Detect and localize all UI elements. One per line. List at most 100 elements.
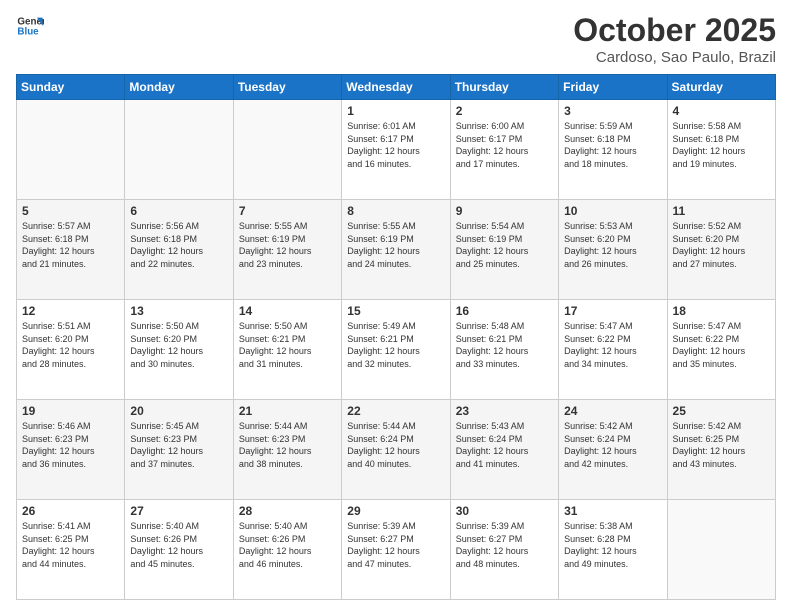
table-row: 28 Sunrise: 5:40 AM Sunset: 6:26 PM Dayli… [233, 500, 341, 600]
table-row: 1 Sunrise: 6:01 AM Sunset: 6:17 PM Daylig… [342, 100, 450, 200]
day-number: 4 [673, 104, 770, 118]
day-number: 13 [130, 304, 227, 318]
day-number: 10 [564, 204, 661, 218]
table-row: 8 Sunrise: 5:55 AM Sunset: 6:19 PM Daylig… [342, 200, 450, 300]
cell-info: Sunrise: 5:43 AM Sunset: 6:24 PM Dayligh… [456, 420, 553, 470]
cell-info: Sunrise: 5:47 AM Sunset: 6:22 PM Dayligh… [564, 320, 661, 370]
day-number: 7 [239, 204, 336, 218]
table-row: 18 Sunrise: 5:47 AM Sunset: 6:22 PM Dayli… [667, 300, 775, 400]
table-row: 13 Sunrise: 5:50 AM Sunset: 6:20 PM Dayli… [125, 300, 233, 400]
cell-info: Sunrise: 5:47 AM Sunset: 6:22 PM Dayligh… [673, 320, 770, 370]
header-friday: Friday [559, 75, 667, 100]
table-row: 4Sunrise: 5:58 AM Sunset: 6:18 PM Daylig… [667, 100, 775, 200]
table-row: 27Sunrise: 5:40 AM Sunset: 6:26 PM Dayli… [125, 500, 233, 600]
svg-text:Blue: Blue [17, 26, 39, 37]
header-saturday: Saturday [667, 75, 775, 100]
cell-info: Sunrise: 5:40 AM Sunset: 6:26 PM Dayligh… [239, 520, 336, 570]
day-number: 1 [347, 104, 444, 118]
table-row: 29 Sunrise: 5:39 AM Sunset: 6:27 PM Dayli… [342, 500, 450, 600]
cell-info: Sunrise: 6:00 AM Sunset: 6:17 PM Dayligh… [456, 120, 553, 170]
table-row [17, 100, 125, 200]
header-monday: Monday [125, 75, 233, 100]
table-row: 20 Sunrise: 5:45 AM Sunset: 6:23 PM Dayli… [125, 400, 233, 500]
cell-info: Sunrise: 5:44 AM Sunset: 6:23 PM Dayligh… [239, 420, 336, 470]
day-number: 9 [456, 204, 553, 218]
table-row: 16 Sunrise: 5:48 AM Sunset: 6:21 PM Dayli… [450, 300, 558, 400]
table-row: 30 Sunrise: 5:39 AM Sunset: 6:27 PM Dayli… [450, 500, 558, 600]
week-row-3: 12Sunrise: 5:51 AM Sunset: 6:20 PM Dayli… [17, 300, 776, 400]
table-row: 5 Sunrise: 5:57 AM Sunset: 6:18 PM Daylig… [17, 200, 125, 300]
logo-icon: General Blue [16, 12, 44, 40]
cell-info: Sunrise: 5:53 AM Sunset: 6:20 PM Dayligh… [564, 220, 661, 270]
day-number: 28 [239, 504, 336, 518]
day-number: 29 [347, 504, 444, 518]
week-row-4: 19 Sunrise: 5:46 AM Sunset: 6:23 PM Dayli… [17, 400, 776, 500]
table-row: 17 Sunrise: 5:47 AM Sunset: 6:22 PM Dayli… [559, 300, 667, 400]
cell-info: Sunrise: 5:38 AM Sunset: 6:28 PM Dayligh… [564, 520, 661, 570]
table-row [233, 100, 341, 200]
cell-info: Sunrise: 5:48 AM Sunset: 6:21 PM Dayligh… [456, 320, 553, 370]
cell-info: Sunrise: 5:42 AM Sunset: 6:25 PM Dayligh… [673, 420, 770, 470]
day-number: 31 [564, 504, 661, 518]
day-number: 16 [456, 304, 553, 318]
cell-info: Sunrise: 5:42 AM Sunset: 6:24 PM Dayligh… [564, 420, 661, 470]
table-row: 10 Sunrise: 5:53 AM Sunset: 6:20 PM Dayli… [559, 200, 667, 300]
cell-info: Sunrise: 5:50 AM Sunset: 6:21 PM Dayligh… [239, 320, 336, 370]
week-row-1: 1 Sunrise: 6:01 AM Sunset: 6:17 PM Daylig… [17, 100, 776, 200]
weekday-header-row: Sunday Monday Tuesday Wednesday Thursday… [17, 75, 776, 100]
day-number: 17 [564, 304, 661, 318]
cell-info: Sunrise: 5:51 AM Sunset: 6:20 PM Dayligh… [22, 320, 119, 370]
cell-info: Sunrise: 5:45 AM Sunset: 6:23 PM Dayligh… [130, 420, 227, 470]
cell-info: Sunrise: 5:39 AM Sunset: 6:27 PM Dayligh… [347, 520, 444, 570]
day-number: 25 [673, 404, 770, 418]
day-number: 14 [239, 304, 336, 318]
table-row: 22Sunrise: 5:44 AM Sunset: 6:24 PM Dayli… [342, 400, 450, 500]
table-row: 15 Sunrise: 5:49 AM Sunset: 6:21 PM Dayli… [342, 300, 450, 400]
cell-info: Sunrise: 5:57 AM Sunset: 6:18 PM Dayligh… [22, 220, 119, 270]
day-number: 23 [456, 404, 553, 418]
title-block: October 2025 Cardoso, Sao Paulo, Brazil [573, 12, 776, 66]
day-number: 27 [130, 504, 227, 518]
cell-info: Sunrise: 5:59 AM Sunset: 6:18 PM Dayligh… [564, 120, 661, 170]
table-row: 19 Sunrise: 5:46 AM Sunset: 6:23 PM Dayli… [17, 400, 125, 500]
table-row: 25 Sunrise: 5:42 AM Sunset: 6:25 PM Dayli… [667, 400, 775, 500]
day-number: 15 [347, 304, 444, 318]
cell-info: Sunrise: 5:52 AM Sunset: 6:20 PM Dayligh… [673, 220, 770, 270]
day-number: 3 [564, 104, 661, 118]
table-row: 6 Sunrise: 5:56 AM Sunset: 6:18 PM Daylig… [125, 200, 233, 300]
header-sunday: Sunday [17, 75, 125, 100]
day-number: 5 [22, 204, 119, 218]
day-number: 6 [130, 204, 227, 218]
cell-info: Sunrise: 5:46 AM Sunset: 6:23 PM Dayligh… [22, 420, 119, 470]
table-row: 12Sunrise: 5:51 AM Sunset: 6:20 PM Dayli… [17, 300, 125, 400]
day-number: 24 [564, 404, 661, 418]
day-number: 19 [22, 404, 119, 418]
table-row [125, 100, 233, 200]
table-row: 26Sunrise: 5:41 AM Sunset: 6:25 PM Dayli… [17, 500, 125, 600]
header-tuesday: Tuesday [233, 75, 341, 100]
day-number: 20 [130, 404, 227, 418]
table-row [667, 500, 775, 600]
day-number: 22 [347, 404, 444, 418]
cell-info: Sunrise: 5:49 AM Sunset: 6:21 PM Dayligh… [347, 320, 444, 370]
day-number: 18 [673, 304, 770, 318]
cell-info: Sunrise: 5:41 AM Sunset: 6:25 PM Dayligh… [22, 520, 119, 570]
table-row: 24 Sunrise: 5:42 AM Sunset: 6:24 PM Dayli… [559, 400, 667, 500]
cell-info: Sunrise: 5:39 AM Sunset: 6:27 PM Dayligh… [456, 520, 553, 570]
day-number: 2 [456, 104, 553, 118]
day-number: 21 [239, 404, 336, 418]
cell-info: Sunrise: 5:55 AM Sunset: 6:19 PM Dayligh… [347, 220, 444, 270]
cell-info: Sunrise: 6:01 AM Sunset: 6:17 PM Dayligh… [347, 120, 444, 170]
page: General Blue October 2025 Cardoso, Sao P… [0, 0, 792, 612]
header-thursday: Thursday [450, 75, 558, 100]
header: General Blue October 2025 Cardoso, Sao P… [16, 12, 776, 66]
day-number: 11 [673, 204, 770, 218]
month-title: October 2025 [573, 12, 776, 49]
table-row: 21 Sunrise: 5:44 AM Sunset: 6:23 PM Dayli… [233, 400, 341, 500]
day-number: 8 [347, 204, 444, 218]
cell-info: Sunrise: 5:56 AM Sunset: 6:18 PM Dayligh… [130, 220, 227, 270]
day-number: 30 [456, 504, 553, 518]
table-row: 9Sunrise: 5:54 AM Sunset: 6:19 PM Daylig… [450, 200, 558, 300]
table-row: 31 Sunrise: 5:38 AM Sunset: 6:28 PM Dayli… [559, 500, 667, 600]
cell-info: Sunrise: 5:50 AM Sunset: 6:20 PM Dayligh… [130, 320, 227, 370]
